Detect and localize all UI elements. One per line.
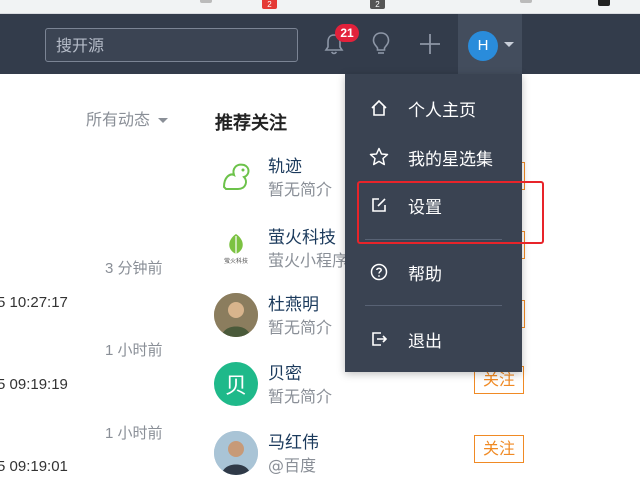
top-nav-bar: 21 H [0, 14, 640, 74]
lightbulb-icon[interactable] [367, 30, 395, 58]
menu-item-label: 我的星选集 [408, 149, 493, 170]
activity-timestamp: 5 10:27:17 [0, 294, 68, 311]
user-name-link[interactable]: 轨迹 [268, 152, 302, 177]
extension-icon[interactable] [200, 0, 212, 3]
chevron-down-icon [158, 118, 169, 123]
menu-item-starred[interactable]: 我的星选集 [345, 135, 522, 179]
notification-badge: 21 [335, 24, 359, 42]
recommend-title: 推荐关注 [215, 113, 287, 134]
extension-icon[interactable] [520, 0, 532, 3]
logout-icon [369, 329, 389, 349]
menu-divider [365, 305, 502, 306]
recommend-item: 马红伟 @百度 关注 [214, 431, 534, 487]
menu-item-profile[interactable]: 个人主页 [345, 86, 522, 130]
firefly-logo-text: 萤火科技 [223, 257, 248, 265]
user-name-link[interactable]: 马红伟 [268, 428, 319, 453]
activity-filter-label: 所有动态 [86, 110, 151, 129]
help-icon [369, 262, 389, 282]
browser-toolbar: 2 2 [0, 0, 640, 14]
user-dropdown-menu: 个人主页 我的星选集 设置 帮助 退出 [345, 74, 522, 372]
squirrel-logo-icon[interactable] [214, 155, 258, 199]
star-icon [369, 147, 389, 167]
user-description: 暂无简介 [268, 180, 333, 199]
user-description: 暂无简介 [268, 387, 333, 406]
menu-item-label: 设置 [408, 197, 442, 218]
chevron-down-icon [504, 42, 514, 47]
user-name-link[interactable]: 萤火科技 [268, 223, 336, 248]
activity-time: 1 小时前 [105, 342, 163, 359]
follow-button[interactable]: 关注 [474, 435, 524, 463]
extension-icon[interactable] [598, 0, 610, 6]
menu-item-label: 退出 [408, 331, 442, 352]
edit-icon [369, 195, 389, 215]
avatar[interactable]: 贝 [214, 362, 258, 406]
activity-time: 3 分钟前 [105, 260, 163, 277]
user-name-link[interactable]: 贝密 [268, 359, 302, 384]
menu-item-settings[interactable]: 设置 [345, 183, 522, 227]
search-input[interactable] [45, 28, 298, 62]
user-description: 萤火小程序 [268, 251, 349, 270]
activity-timestamp: 5 09:19:01 [0, 458, 68, 475]
avatar[interactable] [214, 431, 258, 475]
user-description: 暂无简介 [268, 318, 333, 337]
user-name-link[interactable]: 杜燕明 [268, 290, 319, 315]
menu-item-label: 帮助 [408, 264, 442, 285]
menu-item-logout[interactable]: 退出 [345, 317, 522, 361]
menu-divider [365, 239, 502, 240]
activity-timestamp: 5 09:19:19 [0, 376, 68, 393]
menu-item-label: 个人主页 [408, 100, 476, 121]
firefly-logo-icon[interactable]: 萤火科技 [214, 226, 258, 270]
plus-icon[interactable] [416, 30, 444, 58]
activity-time: 1 小时前 [105, 425, 163, 442]
extension-badge[interactable]: 2 [262, 0, 277, 9]
avatar[interactable] [214, 293, 258, 337]
home-icon [369, 98, 389, 118]
avatar[interactable]: H [468, 31, 498, 61]
extension-badge[interactable]: 2 [370, 0, 385, 9]
menu-item-help[interactable]: 帮助 [345, 250, 522, 294]
user-description: @百度 [268, 456, 317, 475]
user-menu-toggle[interactable]: H [458, 14, 522, 74]
activity-filter-dropdown[interactable]: 所有动态 [86, 106, 169, 130]
